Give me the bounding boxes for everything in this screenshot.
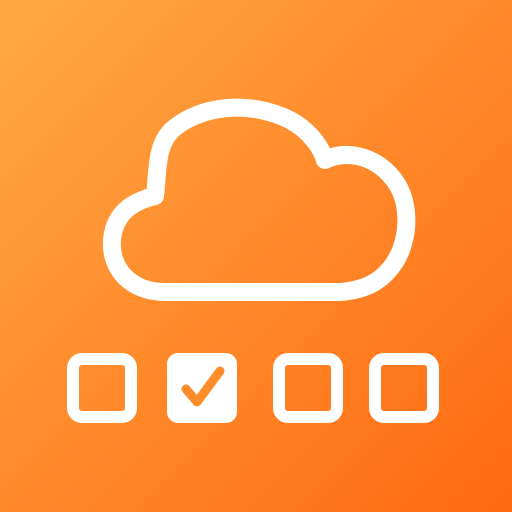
app-icon <box>0 0 512 512</box>
icon-background <box>0 0 512 512</box>
app-icon-graphic <box>0 0 512 512</box>
